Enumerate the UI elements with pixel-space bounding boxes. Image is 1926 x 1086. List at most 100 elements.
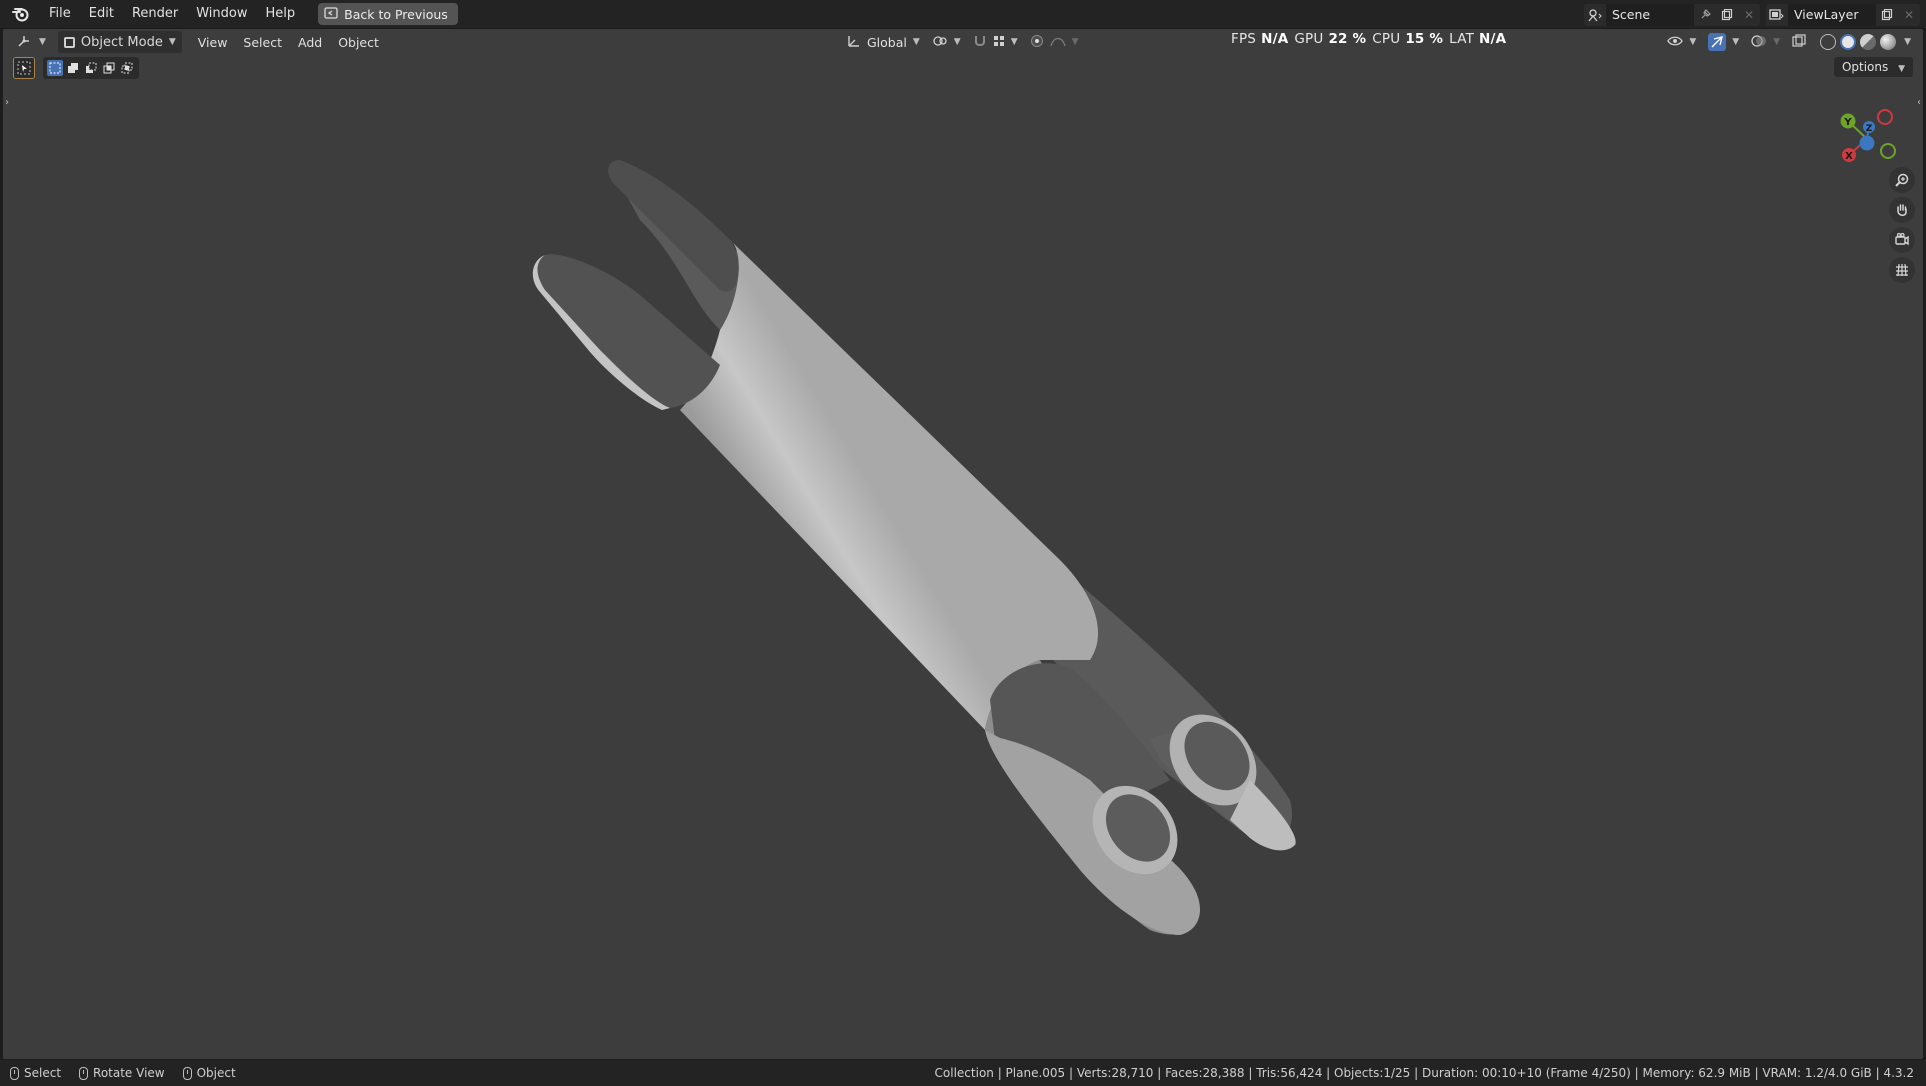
- tool-settings-row: [13, 57, 139, 79]
- back-icon: [324, 6, 338, 22]
- menu-edit[interactable]: Edit: [80, 3, 123, 25]
- lat-label: LAT: [1449, 31, 1475, 47]
- object-mode-label: Object Mode: [80, 34, 163, 50]
- zoom-icon[interactable]: [1889, 167, 1915, 193]
- options-label: Options: [1841, 60, 1889, 74]
- editor-type-icon: [17, 34, 33, 51]
- gizmo-y-label: Y: [1843, 117, 1852, 128]
- material-shading-icon[interactable]: [1860, 34, 1877, 50]
- menu-render[interactable]: Render: [123, 3, 187, 25]
- chevron-down-icon: ▼: [1010, 37, 1018, 47]
- scene-icon[interactable]: [1584, 4, 1606, 26]
- menu-help[interactable]: Help: [257, 3, 305, 25]
- blender-logo-icon[interactable]: [10, 3, 32, 25]
- gpu-label: GPU: [1294, 31, 1324, 47]
- scene-name-field[interactable]: Scene: [1606, 3, 1694, 26]
- new-view-layer-icon[interactable]: [1876, 4, 1898, 26]
- menu-add[interactable]: Add: [292, 31, 328, 53]
- status-select-label: Select: [24, 1066, 62, 1080]
- object-mode-dropdown[interactable]: Object Mode ▼: [57, 31, 182, 53]
- options-dropdown[interactable]: Options ▼: [1833, 57, 1913, 77]
- scene-statistics: Collection | Plane.005 | Verts:28,710 | …: [934, 1066, 1914, 1080]
- object-mode-icon: [63, 36, 75, 48]
- select-intersect-icon[interactable]: [119, 60, 135, 76]
- proportional-edit-toggle[interactable]: ▼: [1024, 31, 1085, 53]
- status-rotate-label: Rotate View: [93, 1066, 165, 1080]
- pan-icon[interactable]: [1889, 197, 1915, 223]
- status-object-hint: Object: [182, 1066, 236, 1080]
- view-layer-icon[interactable]: [1766, 4, 1788, 26]
- pivot-point-dropdown[interactable]: ▼: [926, 31, 967, 53]
- mouse-middle-icon: [79, 1066, 89, 1080]
- gizmo-icon: [1708, 33, 1727, 51]
- gizmo-toggle[interactable]: ▼: [1702, 31, 1745, 53]
- navigation-gizmo[interactable]: Y Z X: [1829, 97, 1909, 177]
- camera-view-icon[interactable]: [1889, 227, 1915, 253]
- back-to-previous-label: Back to Previous: [344, 6, 448, 22]
- select-subtract-icon[interactable]: [83, 60, 99, 76]
- chevron-down-icon: ▼: [912, 37, 920, 47]
- chevron-down-icon: ▼: [168, 37, 176, 47]
- close-view-layer-icon[interactable]: ✕: [1898, 4, 1920, 26]
- cpu-value: 15 %: [1405, 31, 1444, 47]
- chevron-down-icon: ▼: [1898, 64, 1905, 74]
- performance-stats: FPS N/A GPU 22 % CPU 15 % LAT N/A: [1231, 29, 1512, 49]
- selection-mode-group: [43, 57, 139, 79]
- transform-orientation-icon: [847, 34, 861, 51]
- gizmo-x-negative[interactable]: [1877, 109, 1893, 125]
- editor-type-button[interactable]: ▼: [11, 31, 52, 53]
- menu-window[interactable]: Window: [187, 3, 256, 25]
- status-object-label: Object: [196, 1066, 236, 1080]
- visibility-icon: [1667, 34, 1684, 51]
- cpu-label: CPU: [1372, 31, 1401, 47]
- transform-orientation-label: Global: [867, 34, 907, 50]
- wireframe-shading-icon[interactable]: [1820, 34, 1837, 50]
- falloff-icon: [1050, 35, 1066, 50]
- close-icon[interactable]: ✕: [1738, 4, 1760, 26]
- select-extend-icon[interactable]: [65, 60, 81, 76]
- menu-object[interactable]: Object: [332, 31, 385, 53]
- gpu-value: 22 %: [1328, 31, 1367, 47]
- select-new-icon[interactable]: [47, 60, 63, 76]
- gizmo-z-negative[interactable]: [1859, 135, 1875, 151]
- fps-value: N/A: [1261, 31, 1289, 47]
- gizmo-x-label: X: [1845, 151, 1853, 162]
- select-invert-icon[interactable]: [101, 60, 117, 76]
- sidebar-expand-icon[interactable]: ‹: [1917, 97, 1921, 108]
- snap-toggle[interactable]: ▼: [967, 31, 1024, 53]
- menu-view[interactable]: View: [192, 31, 234, 53]
- toolbar-expand-icon[interactable]: ›: [5, 97, 9, 108]
- scene-selector[interactable]: Scene ✕: [1584, 3, 1760, 26]
- new-scene-icon[interactable]: [1716, 4, 1738, 26]
- status-select-hint: Select: [10, 1066, 61, 1080]
- back-to-previous-button[interactable]: Back to Previous: [318, 3, 458, 25]
- menu-file[interactable]: File: [40, 3, 80, 25]
- chevron-down-icon: ▼: [39, 37, 46, 47]
- xray-icon: [1792, 33, 1806, 51]
- view-layer-selector[interactable]: ViewLayer ✕: [1766, 3, 1920, 26]
- tube-mesh-object[interactable]: [3, 29, 1923, 1059]
- visibility-dropdown[interactable]: ▼: [1661, 31, 1702, 53]
- overlay-toggle[interactable]: ▼: [1745, 31, 1786, 53]
- select-box-icon[interactable]: [13, 57, 35, 79]
- xray-toggle[interactable]: [1786, 31, 1812, 53]
- fps-label: FPS: [1231, 31, 1257, 47]
- menu-select[interactable]: Select: [237, 31, 288, 53]
- transform-orientation-dropdown[interactable]: Global ▼: [841, 31, 926, 53]
- snap-icon: [973, 34, 989, 51]
- chevron-down-icon: ▼: [1732, 37, 1740, 47]
- ortho-grid-icon[interactable]: [1889, 257, 1915, 283]
- chevron-down-icon: ▼: [953, 37, 961, 47]
- chevron-down-icon: ▼: [1071, 37, 1079, 47]
- top-bar: File Edit Render Window Help Back to Pre…: [0, 0, 1926, 29]
- viewport-header: ▼ Object Mode ▼ View Select Add Object G…: [3, 29, 1923, 55]
- chevron-down-icon: ▼: [1689, 37, 1697, 47]
- lat-value: N/A: [1479, 31, 1507, 47]
- mouse-left-icon: [10, 1066, 19, 1080]
- solid-shading-icon[interactable]: [1840, 34, 1857, 50]
- 3d-viewport[interactable]: ▼ Object Mode ▼ View Select Add Object G…: [3, 29, 1923, 1059]
- gizmo-y-negative[interactable]: [1880, 143, 1896, 159]
- pin-icon[interactable]: [1694, 4, 1716, 26]
- view-layer-name-field[interactable]: ViewLayer: [1788, 3, 1876, 26]
- rendered-shading-icon[interactable]: [1880, 34, 1897, 50]
